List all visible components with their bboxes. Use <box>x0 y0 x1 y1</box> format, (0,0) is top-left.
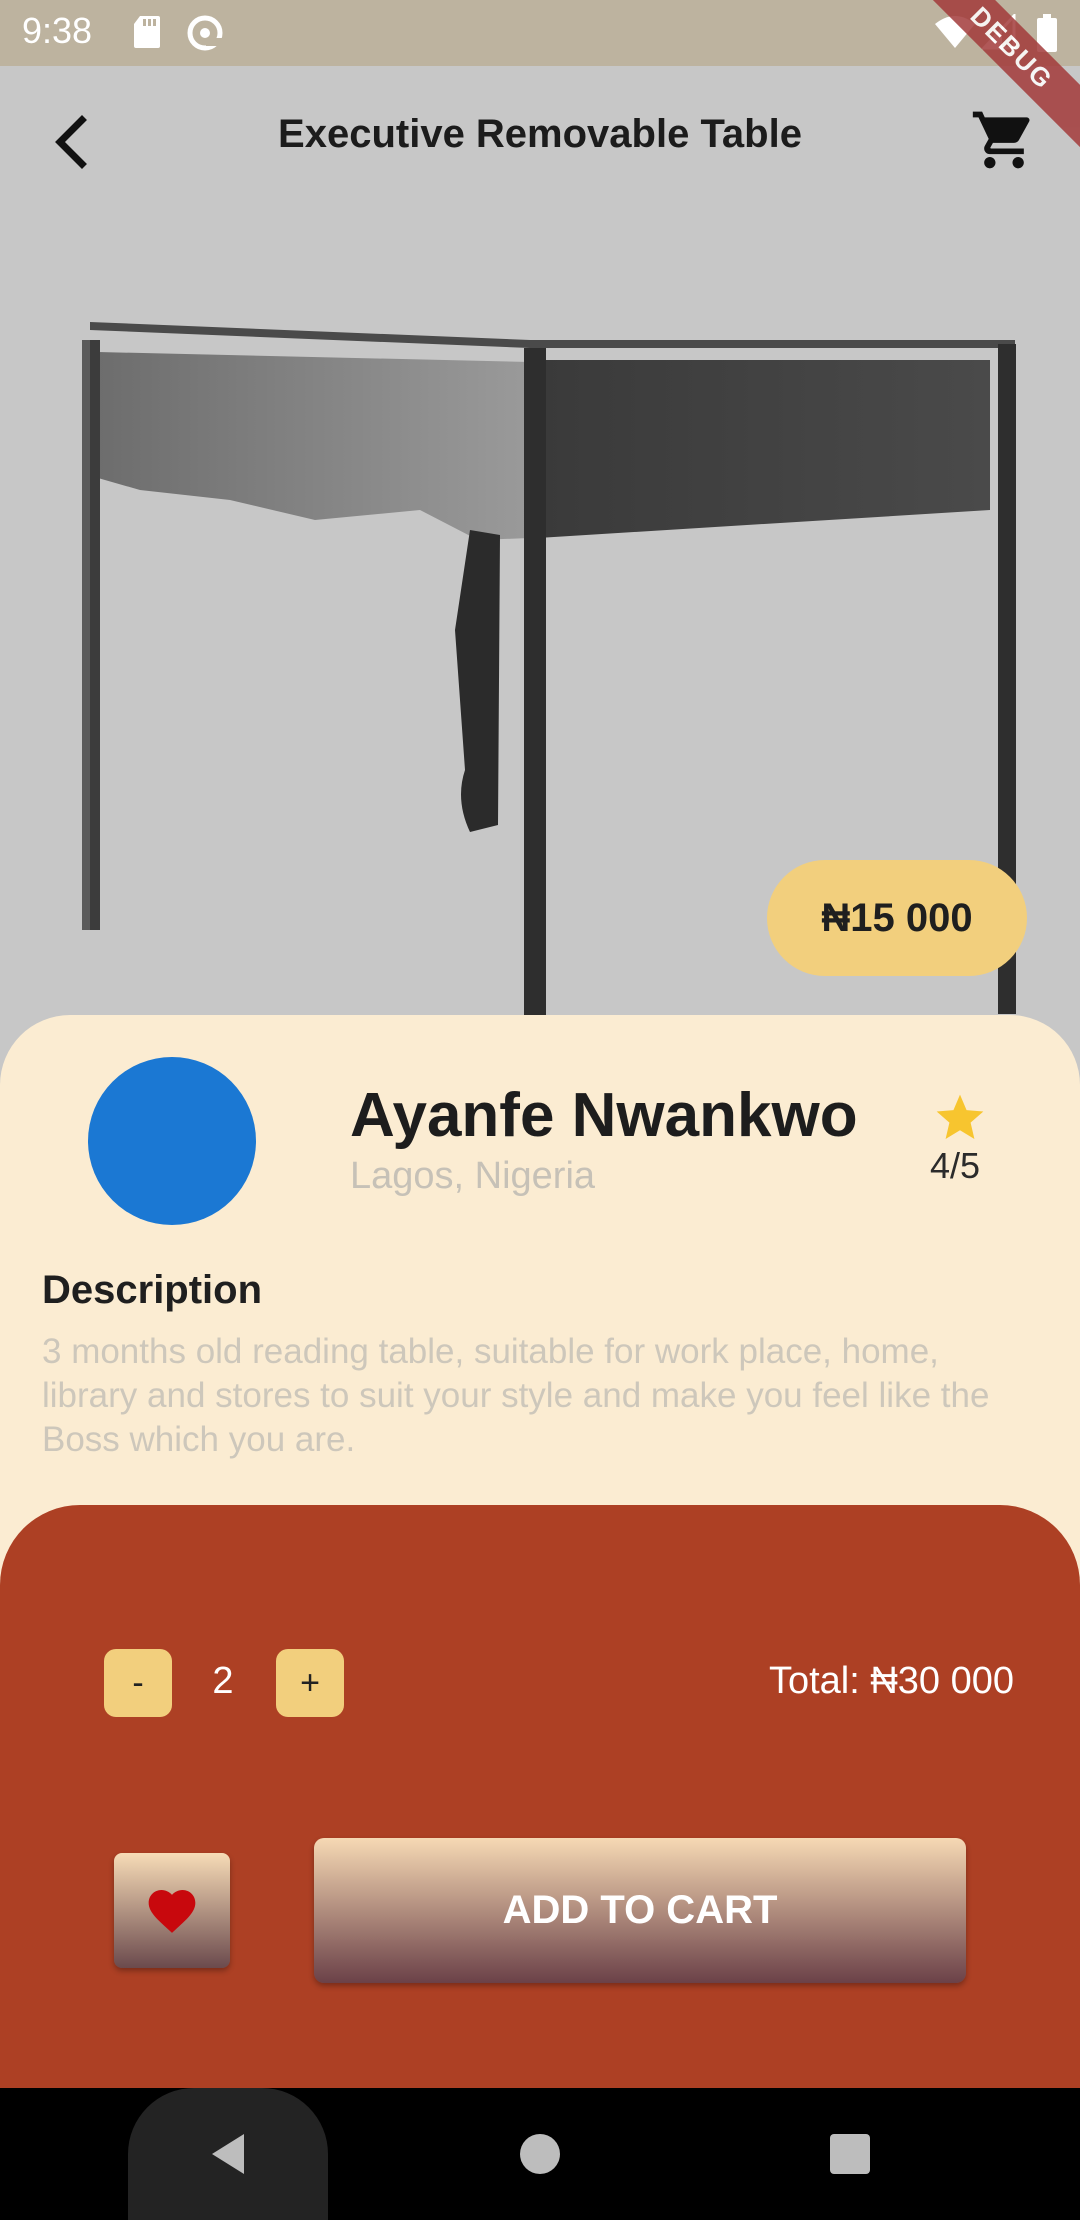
total-price: Total: ₦30 000 <box>768 1660 1014 1702</box>
price-badge: ₦15 000 <box>767 860 1027 976</box>
page-title: Executive Removable Table <box>278 112 802 156</box>
data-saver-icon <box>187 15 223 51</box>
rating-value: 4/5 <box>930 1145 981 1186</box>
quantity-value: 2 <box>212 1660 234 1702</box>
avatar[interactable] <box>88 1057 256 1225</box>
nav-back-icon[interactable] <box>204 2130 252 2178</box>
add-to-cart-button[interactable]: ADD TO CART <box>314 1838 966 1983</box>
order-panel <box>0 1505 1080 2088</box>
description-text: 3 months old reading table, suitable for… <box>42 1332 990 1459</box>
description-heading: Description <box>42 1268 263 1312</box>
nav-home-icon[interactable] <box>520 2134 560 2174</box>
favorite-button[interactable] <box>114 1853 230 1968</box>
app-bar: Executive Removable Table <box>0 66 1080 212</box>
star-icon <box>936 1094 984 1139</box>
heart-icon <box>148 1889 196 1933</box>
cart-icon[interactable] <box>970 106 1038 174</box>
seller-location: Lagos, Nigeria <box>350 1155 596 1197</box>
decrease-quantity-button[interactable]: - <box>104 1649 172 1717</box>
status-time: 9:38 <box>22 10 93 51</box>
status-bar: 9:38 DEBUG <box>0 0 1080 156</box>
increase-quantity-button[interactable]: + <box>276 1649 344 1717</box>
nav-recents-icon[interactable] <box>830 2134 870 2174</box>
seller-name: Ayanfe Nwankwo <box>350 1081 858 1150</box>
sd-card-icon <box>134 16 160 48</box>
